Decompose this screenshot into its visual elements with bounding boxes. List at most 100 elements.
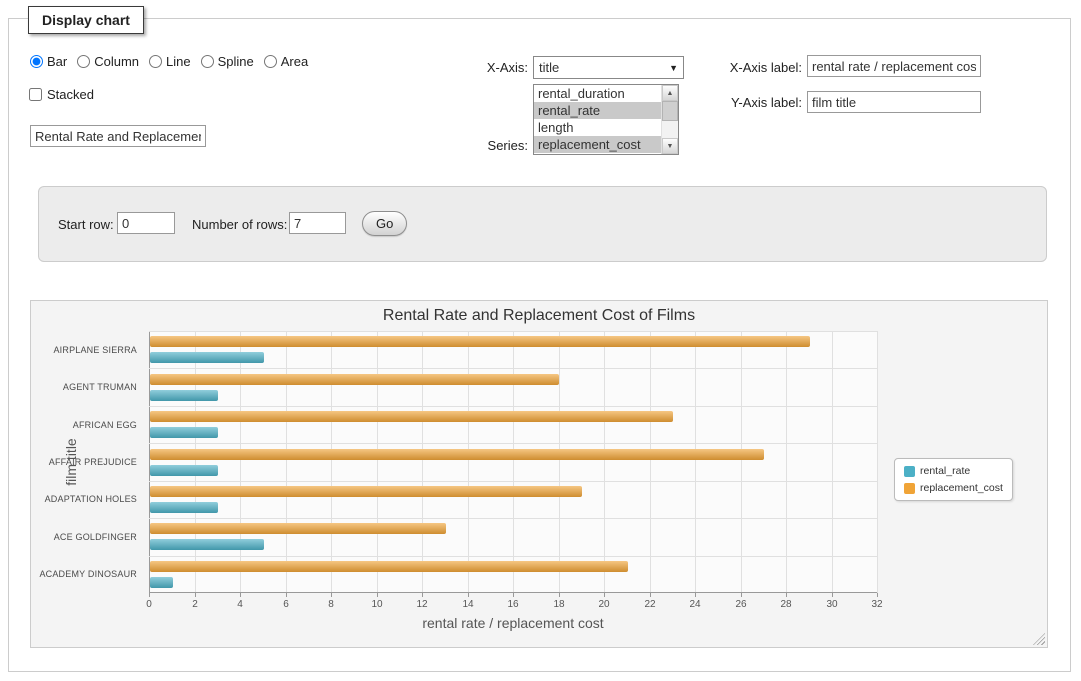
x-tick-label: 30 <box>826 599 837 610</box>
gridline <box>149 331 877 332</box>
x-axis-field-label: X-Axis label: <box>720 60 802 75</box>
tick-mark <box>741 593 742 597</box>
bar-replacement_cost <box>150 449 764 460</box>
start-row-input[interactable] <box>117 212 175 234</box>
tick-mark <box>377 593 378 597</box>
gridline <box>149 368 877 369</box>
tick-mark <box>559 593 560 597</box>
radio-bar-label: Bar <box>47 54 67 69</box>
bar-rental_rate <box>150 427 218 438</box>
bar-replacement_cost <box>150 561 628 572</box>
tick-mark <box>422 593 423 597</box>
radio-area[interactable]: Area <box>264 54 308 69</box>
gridline <box>877 331 878 593</box>
bar-rental_rate <box>150 352 264 363</box>
gridline <box>559 331 560 593</box>
num-rows-label: Number of rows: <box>192 217 287 232</box>
category-label: ADAPTATION HOLES <box>31 494 143 504</box>
y-axis-label-input[interactable] <box>807 91 981 113</box>
tick-mark <box>240 593 241 597</box>
legend-item-rental_rate[interactable]: rental_rate <box>904 465 1003 477</box>
gridline <box>331 331 332 593</box>
x-tick-label: 16 <box>507 599 518 610</box>
x-tick-label: 14 <box>462 599 473 610</box>
scroll-down-icon[interactable]: ▼ <box>662 138 678 154</box>
chart-legend: rental_rate replacement_cost <box>894 458 1013 501</box>
bar-rental_rate <box>150 502 218 513</box>
legend-item-replacement_cost[interactable]: replacement_cost <box>904 482 1003 494</box>
radio-column[interactable]: Column <box>77 54 139 69</box>
chart-container: Rental Rate and Replacement Cost of Film… <box>30 300 1048 648</box>
gridline <box>513 331 514 593</box>
chart-title: Rental Rate and Replacement Cost of Film… <box>31 307 1047 325</box>
series-option-rental-duration[interactable]: rental_duration <box>534 85 661 102</box>
x-axis-select[interactable]: title ▼ <box>533 56 684 79</box>
resize-handle[interactable] <box>1033 633 1045 645</box>
radio-spline-input[interactable] <box>201 55 214 68</box>
num-rows-input[interactable] <box>289 212 346 234</box>
series-option-length[interactable]: length <box>534 119 661 136</box>
y-axis-field-label: Y-Axis label: <box>720 95 802 110</box>
chevron-down-icon: ▼ <box>669 63 678 73</box>
tick-mark <box>513 593 514 597</box>
category-label: AIRPLANE SIERRA <box>31 345 143 355</box>
radio-column-input[interactable] <box>77 55 90 68</box>
series-scrollbar[interactable]: ▲ ▼ <box>661 85 678 154</box>
category-label: AFRICAN EGG <box>31 420 143 430</box>
category-label: AGENT TRUMAN <box>31 382 143 392</box>
x-tick-label: 12 <box>416 599 427 610</box>
series-multiselect[interactable]: rental_duration rental_rate length repla… <box>533 84 679 155</box>
x-tick-label: 22 <box>644 599 655 610</box>
radio-line-input[interactable] <box>149 55 162 68</box>
gridline <box>149 592 877 593</box>
x-tick-label: 4 <box>237 599 243 610</box>
tick-mark <box>286 593 287 597</box>
scroll-up-icon[interactable]: ▲ <box>662 85 678 101</box>
radio-spline-label: Spline <box>218 54 254 69</box>
tick-mark <box>695 593 696 597</box>
scrollbar-track[interactable] <box>662 121 678 138</box>
legend-label-replacement_cost: replacement_cost <box>920 482 1003 494</box>
gridline <box>604 331 605 593</box>
series-option-rental-rate[interactable]: rental_rate <box>534 102 661 119</box>
tick-mark <box>195 593 196 597</box>
gridline <box>149 556 877 557</box>
gridline <box>149 518 877 519</box>
radio-bar-input[interactable] <box>30 55 43 68</box>
x-tick-label: 26 <box>735 599 746 610</box>
x-tick-label: 6 <box>283 599 289 610</box>
start-row-label: Start row: <box>58 217 114 232</box>
radio-spline[interactable]: Spline <box>201 54 254 69</box>
stacked-checkbox[interactable] <box>29 88 42 101</box>
bar-rental_rate <box>150 465 218 476</box>
series-options-list: rental_duration rental_rate length repla… <box>534 85 661 154</box>
y-axis-title: film title <box>63 438 79 485</box>
series-option-replacement-cost[interactable]: replacement_cost <box>534 136 661 153</box>
x-tick-label: 18 <box>553 599 564 610</box>
category-label: ACE GOLDFINGER <box>31 532 143 542</box>
gridline <box>422 331 423 593</box>
bar-replacement_cost <box>150 374 559 385</box>
x-axis-title: rental rate / replacement cost <box>149 615 877 631</box>
radio-line[interactable]: Line <box>149 54 191 69</box>
category-label: ACADEMY DINOSAUR <box>31 569 143 579</box>
x-tick-label: 10 <box>371 599 382 610</box>
stacked-checkbox-row[interactable]: Stacked <box>29 87 94 102</box>
x-tick-label: 32 <box>871 599 882 610</box>
legend-swatch-replacement_cost <box>904 483 915 494</box>
tick-mark <box>832 593 833 597</box>
go-button[interactable]: Go <box>362 211 407 236</box>
x-axis-label-input[interactable] <box>807 55 981 77</box>
radio-bar[interactable]: Bar <box>30 54 67 69</box>
gridline <box>149 331 150 593</box>
stacked-label: Stacked <box>47 87 94 102</box>
x-axis-select-label: X-Axis: <box>478 60 528 75</box>
scrollbar-thumb[interactable] <box>662 101 678 121</box>
bar-replacement_cost <box>150 336 810 347</box>
x-axis-selected-value: title <box>539 60 559 75</box>
gridline <box>832 331 833 593</box>
tick-mark <box>331 593 332 597</box>
radio-area-input[interactable] <box>264 55 277 68</box>
chart-title-input[interactable] <box>30 125 206 147</box>
bar-rental_rate <box>150 577 173 588</box>
